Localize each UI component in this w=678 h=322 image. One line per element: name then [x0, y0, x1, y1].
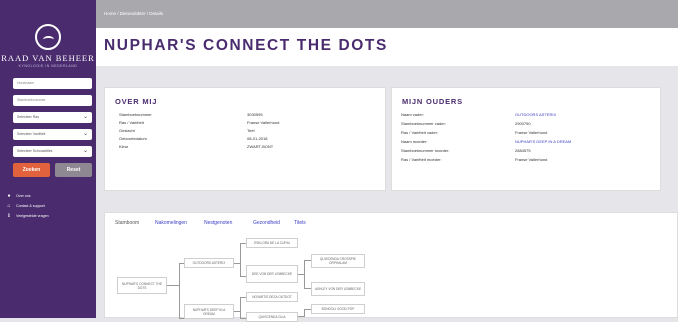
pedigree-fm-mother[interactable]: ASHLEY VON DER LEMBECKE — [311, 282, 365, 296]
stud-number-input[interactable]: Stamboeknummer — [13, 95, 92, 106]
logo[interactable]: RAAD VAN BEHEER KYNOLOGIE IN NEDERLAND — [0, 24, 96, 68]
about-value: 08-01-2018 — [247, 136, 268, 141]
about-value: Franse Vallerhond — [247, 120, 280, 125]
variety-select-label: Selecteer Variëteit — [17, 132, 46, 136]
parents-value: 2900750 — [515, 121, 531, 126]
sidebar-link-label: Veelgestelde vragen — [16, 214, 49, 218]
pedigree-self[interactable]: NUPHAR'S CONNECT THE DOTS — [117, 277, 167, 294]
pedigree-mother-father[interactable]: NOVARTIS DEZA OUTDOT — [246, 292, 298, 302]
page-title: NUPHAR'S CONNECT THE DOTS — [104, 37, 388, 54]
tree-connector — [304, 288, 311, 289]
about-label: Geboortedatum — [119, 136, 147, 141]
about-heading: OVER MIJ — [115, 97, 158, 106]
parents-value: Franse Vallerhond — [515, 130, 548, 135]
logo-subtitle: KYNOLOGIE IN NEDERLAND — [18, 64, 78, 68]
chevron-down-icon: ⌄ — [82, 131, 88, 137]
about-value: Teef — [247, 128, 255, 133]
pedigree-father-mother[interactable]: DEE VON DER LEMBECKE — [246, 265, 298, 283]
sidebar: RAAD VAN BEHEER KYNOLOGIE IN NEDERLAND H… — [0, 0, 96, 318]
parents-label: Naam vader: — [401, 112, 424, 117]
about-card: OVER MIJ Stamboeknummer 3030595 Ras / Va… — [104, 87, 386, 191]
pedigree-father-father[interactable]: ESKLORA DE LA CURIU — [246, 238, 298, 248]
tab-stamboom[interactable]: Stamboom — [115, 220, 139, 226]
variety-select[interactable]: Selecteer Variëteit ⌄ — [13, 129, 92, 140]
about-value: 3030595 — [247, 112, 263, 117]
sidebar-link-label: Contact & support — [16, 204, 45, 208]
tree-connector — [240, 243, 241, 277]
title-bar: NUPHAR'S CONNECT THE DOTS — [96, 28, 678, 66]
breadcrumb[interactable]: Home / Dierendokter / Details — [104, 11, 163, 16]
tree-connector — [179, 263, 180, 319]
dog-logo-icon — [35, 24, 61, 50]
pedigree-mother[interactable]: NUPHAR'S DEEP IN A DREAM — [184, 304, 234, 319]
color-select[interactable]: Selecteer Schouwtitles ⌄ — [13, 146, 92, 157]
chevron-down-icon: ⌄ — [82, 148, 88, 154]
father-link[interactable]: OUTDOORS ASTERIX — [515, 112, 556, 117]
pedigree-fm-father[interactable]: QUISCENDA CROSSPIE ORPHALAM — [311, 254, 365, 268]
tab-gezondheid[interactable]: Gezondheid — [253, 220, 280, 226]
parents-label: Stamboeknummer vader: — [401, 121, 446, 126]
breed-select[interactable]: Selecteer Ras ⌄ — [13, 112, 92, 123]
tab-nakomelingen[interactable]: Nakomelingen — [155, 220, 187, 226]
top-bar: Home / Dierendokter / Details — [96, 0, 678, 28]
parents-value: 2884575 — [515, 148, 531, 153]
pedigree-father[interactable]: OUTDOORS ASTERIX — [184, 258, 234, 268]
about-label: Stamboeknummer — [119, 112, 152, 117]
color-select-label: Selecteer Schouwtitles — [17, 149, 53, 153]
parents-heading: MIJN OUDERS — [402, 97, 463, 106]
reset-button[interactable]: Reset — [55, 163, 92, 177]
parents-label: Ras / Variëteit moeder: — [401, 157, 442, 162]
parents-card: MIJN OUDERS Naam vader: OUTDOORS ASTERIX… — [391, 87, 661, 191]
sidebar-link-contact[interactable]: ⌂ Contact & support — [6, 203, 45, 209]
tab-nestgenoten[interactable]: Nestgenoten — [204, 220, 232, 226]
pedigree-mm-father[interactable]: BONGOLI GOOD POP — [311, 304, 365, 314]
parents-value: Franse Vallerhond — [515, 157, 548, 162]
house-icon: ⌂ — [7, 203, 11, 209]
tree-connector — [167, 285, 179, 286]
sidebar-link-faq[interactable]: ℹ Veelgestelde vragen — [6, 213, 49, 219]
parents-label: Ras / Variëteit vader: — [401, 130, 439, 135]
tree-connector — [304, 260, 311, 261]
about-label: Ras / Variëteit — [119, 120, 144, 125]
info-icon: ℹ — [8, 213, 10, 219]
search-button[interactable]: Zoeken — [13, 163, 50, 177]
tabs-panel: Stamboom Nakomelingen Nestgenoten Gezond… — [104, 212, 678, 322]
chevron-down-icon: ⌄ — [82, 114, 88, 120]
tree-connector — [304, 260, 305, 289]
breed-select-label: Selecteer Ras — [17, 115, 39, 119]
pedigree-mother-mother[interactable]: QUISCENDA GLIA — [246, 312, 298, 322]
paw-icon: ● — [7, 193, 11, 199]
dog-name-input[interactable]: Hondnaam — [13, 78, 92, 89]
parents-label: Naam moeder: — [401, 139, 428, 144]
tab-titels[interactable]: Titels — [294, 220, 306, 226]
tree-connector — [304, 309, 305, 317]
about-label: Kleur — [119, 144, 129, 149]
sidebar-link-about[interactable]: ● Over ons — [6, 193, 31, 199]
tree-connector — [304, 309, 311, 310]
tree-connector — [240, 297, 241, 319]
sidebar-link-label: Over ons — [16, 194, 31, 198]
parents-label: Stamboeknummer moeder: — [401, 148, 450, 153]
mother-link[interactable]: NUPHAR'S DEEP IN A DREAM — [515, 139, 571, 144]
about-value: ZWART-BONT — [247, 144, 274, 149]
about-label: Geslacht — [119, 128, 135, 133]
logo-name: RAAD VAN BEHEER — [1, 53, 95, 63]
